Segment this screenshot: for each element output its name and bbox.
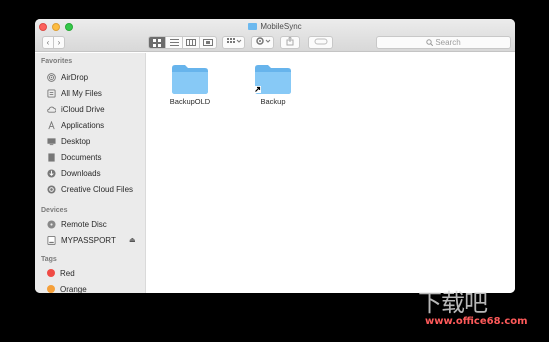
watermark-logo: 下载吧 xyxy=(418,289,488,317)
sidebar-item-applications[interactable]: Applications xyxy=(47,119,104,131)
sidebar-item-desktop[interactable]: Desktop xyxy=(47,135,90,147)
title-bar: MobileSync ‹ › Search xyxy=(35,19,515,52)
gear-icon xyxy=(255,37,270,45)
sidebar-item-label: MYPASSPORT xyxy=(61,235,116,245)
sidebar-item-label: AirDrop xyxy=(61,72,89,82)
sidebar-item-label: Red xyxy=(60,268,75,278)
list-icon xyxy=(169,39,179,46)
sidebar-item-label: Orange xyxy=(60,284,87,294)
forward-button[interactable]: › xyxy=(53,36,65,49)
all-files-icon xyxy=(47,88,56,98)
sidebar-item-downloads[interactable]: Downloads xyxy=(47,167,101,179)
search-field[interactable]: Search xyxy=(376,36,511,49)
sidebar-item-airdrop[interactable]: AirDrop xyxy=(47,71,88,83)
folder-item-backup[interactable]: Backup xyxy=(243,63,303,106)
view-mode-group xyxy=(148,36,217,49)
arrange-grid-icon xyxy=(226,38,241,43)
sidebar-item-label: iCloud Drive xyxy=(61,104,105,114)
folder-item-backupold[interactable]: BackupOLD xyxy=(160,63,220,106)
folder-name: Backup xyxy=(260,97,286,106)
sidebar-item-creative-cloud[interactable]: Creative Cloud Files xyxy=(47,183,133,195)
sidebar-section-devices: Devices xyxy=(41,207,68,214)
sidebar-item-icloud-drive[interactable]: iCloud Drive xyxy=(47,103,105,115)
window-title: MobileSync xyxy=(35,21,515,33)
share-icon xyxy=(286,36,294,46)
sidebar-item-label: Desktop xyxy=(61,136,91,146)
folder-alias-icon xyxy=(254,65,291,94)
sidebar: Favorites AirDrop All My Files iCloud Dr… xyxy=(35,53,146,293)
desktop-icon xyxy=(47,137,56,145)
file-browser: BackupOLD Backup xyxy=(146,53,515,293)
watermark-url: www.office68.com xyxy=(425,316,528,327)
sidebar-item-label: Remote Disc xyxy=(61,219,107,229)
folder-icon xyxy=(172,65,208,94)
sidebar-section-tags: Tags xyxy=(41,256,57,263)
search-icon xyxy=(426,39,434,47)
grid-icon xyxy=(153,38,161,47)
sidebar-item-remote-disc[interactable]: Remote Disc xyxy=(47,218,107,230)
drive-icon xyxy=(47,235,56,245)
orange-tag-dot-icon xyxy=(47,285,55,293)
tag-button[interactable] xyxy=(308,36,333,49)
sidebar-item-documents[interactable]: Documents xyxy=(47,151,101,163)
sidebar-section-favorites: Favorites xyxy=(41,58,73,65)
list-view-button[interactable] xyxy=(165,36,183,49)
folder-icon xyxy=(248,23,258,30)
icon-view-button[interactable] xyxy=(148,36,166,49)
sidebar-item-tag-red[interactable]: Red xyxy=(47,267,75,279)
cloud-icon xyxy=(47,106,56,113)
columns-icon xyxy=(186,39,196,46)
airdrop-icon xyxy=(47,72,56,82)
share-button[interactable] xyxy=(280,36,300,49)
finder-window: MobileSync ‹ › Search Favorites AirDrop … xyxy=(35,19,515,293)
red-tag-dot-icon xyxy=(47,269,55,277)
sidebar-item-label: Creative Cloud Files xyxy=(61,184,134,194)
action-button[interactable] xyxy=(251,36,274,49)
tag-icon xyxy=(314,38,327,45)
chevron-right-icon: › xyxy=(57,38,61,47)
column-view-button[interactable] xyxy=(182,36,200,49)
eject-icon[interactable]: ⏏ xyxy=(129,236,136,244)
sidebar-item-label: Downloads xyxy=(61,168,101,178)
documents-icon xyxy=(48,152,55,162)
arrange-button[interactable] xyxy=(222,36,245,49)
window-title-text: MobileSync xyxy=(260,22,302,31)
folder-name: BackupOLD xyxy=(169,97,211,106)
sidebar-item-mypassport[interactable]: MYPASSPORT xyxy=(47,234,116,246)
downloads-icon xyxy=(47,168,56,178)
applications-icon xyxy=(48,120,55,129)
sidebar-item-label: All My Files xyxy=(61,88,102,98)
disc-icon xyxy=(47,219,56,229)
sidebar-item-tag-orange[interactable]: Orange xyxy=(47,283,87,293)
search-placeholder: Search xyxy=(435,38,461,47)
sidebar-item-label: Applications xyxy=(61,120,105,130)
coverflow-view-button[interactable] xyxy=(199,36,217,49)
coverflow-icon xyxy=(203,39,213,46)
creative-cloud-icon xyxy=(47,184,56,194)
sidebar-item-all-my-files[interactable]: All My Files xyxy=(47,87,102,99)
chevron-left-icon: ‹ xyxy=(46,38,50,47)
sidebar-item-label: Documents xyxy=(61,152,102,162)
